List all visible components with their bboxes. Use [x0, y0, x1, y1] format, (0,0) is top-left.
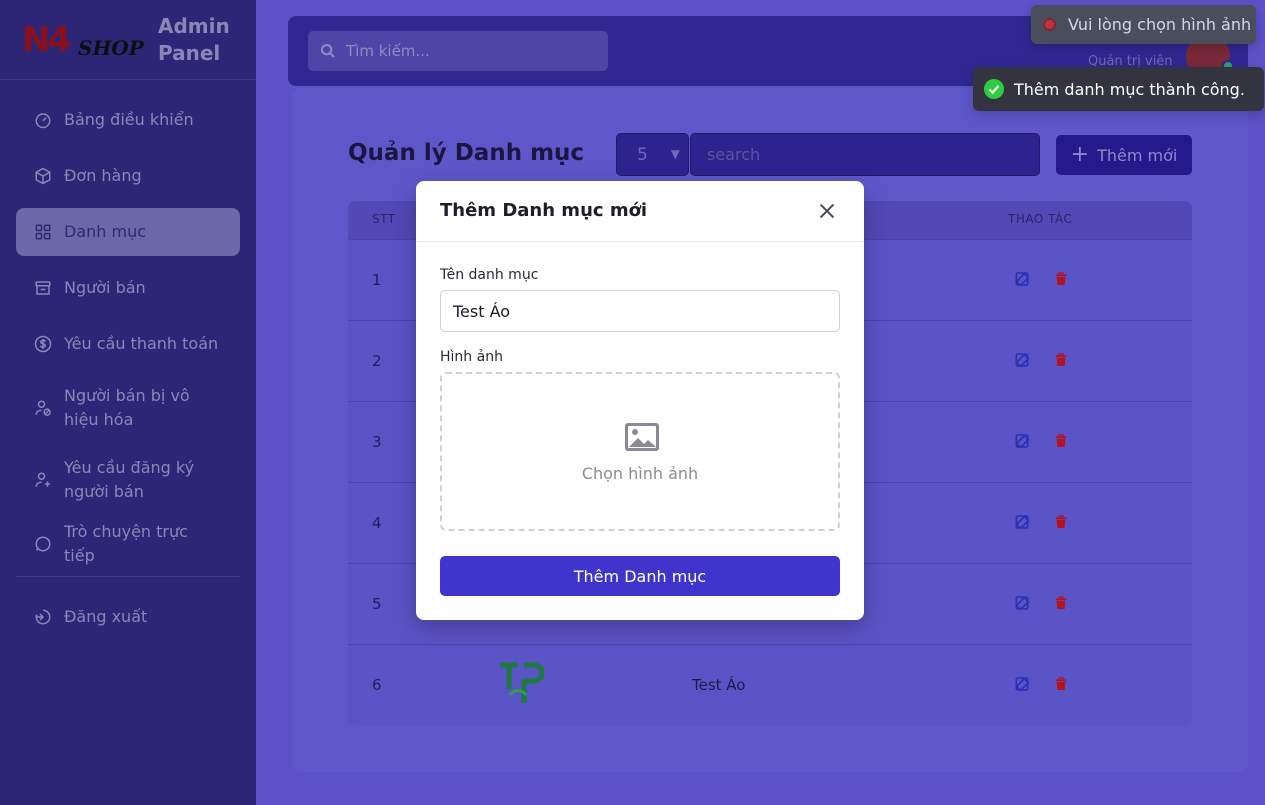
success-toast-text: Thêm danh mục thành công.: [1014, 79, 1245, 99]
category-name-input[interactable]: Test Áo: [440, 290, 840, 332]
modal-header: Thêm Danh mục mới: [416, 181, 864, 242]
image-dropzone-text: Chọn hình ảnh: [581, 464, 699, 483]
close-icon[interactable]: [816, 200, 838, 222]
check-circle-icon: [984, 79, 1004, 99]
error-toast[interactable]: Vui lòng chọn hình ảnh: [1031, 5, 1256, 44]
success-toast[interactable]: Thêm danh mục thành công.: [973, 67, 1264, 111]
image-label: Hình ảnh: [440, 349, 503, 365]
modal-title: Thêm Danh mục mới: [440, 200, 648, 221]
add-category-modal: Thêm Danh mục mới Tên danh mục Test Áo H…: [416, 181, 864, 620]
category-name-label: Tên danh mục: [440, 267, 539, 283]
image-icon: [625, 423, 659, 451]
category-name-value: Test Áo: [453, 301, 511, 321]
error-toast-text: Vui lòng chọn hình ảnh: [1068, 15, 1252, 34]
image-dropzone[interactable]: Chọn hình ảnh: [440, 372, 840, 531]
submit-category-button[interactable]: Thêm Danh mục: [440, 556, 840, 596]
error-icon: [1043, 18, 1056, 31]
